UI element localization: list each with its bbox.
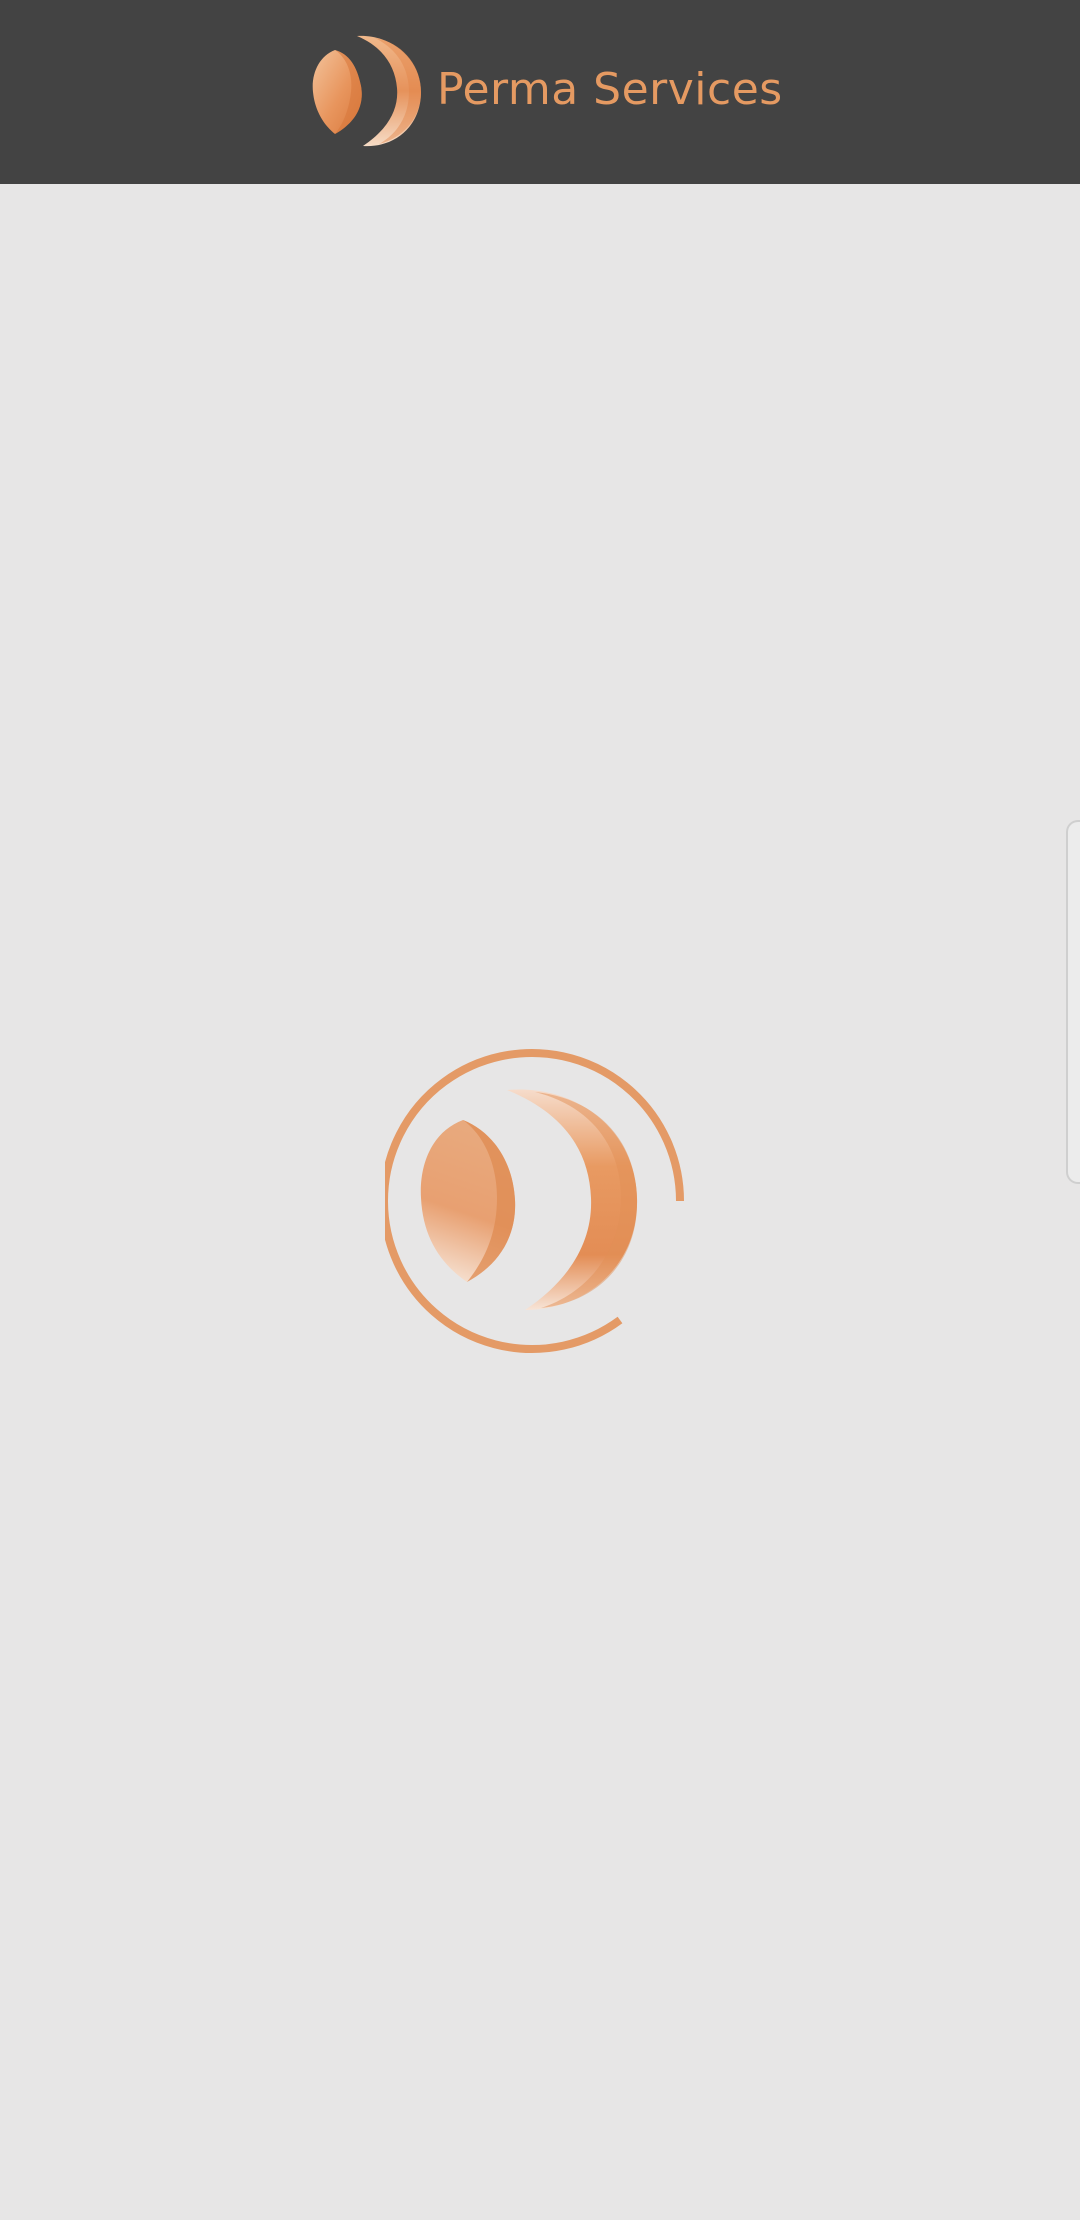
perma-services-logo-icon xyxy=(312,35,421,147)
app-header: Perma Services xyxy=(0,0,1080,184)
side-drawer-handle[interactable] xyxy=(1066,820,1080,1184)
loading-spinner-icon xyxy=(385,1048,695,1358)
brand-name: Perma Services xyxy=(437,64,783,115)
brand[interactable]: Perma Services xyxy=(305,30,783,150)
